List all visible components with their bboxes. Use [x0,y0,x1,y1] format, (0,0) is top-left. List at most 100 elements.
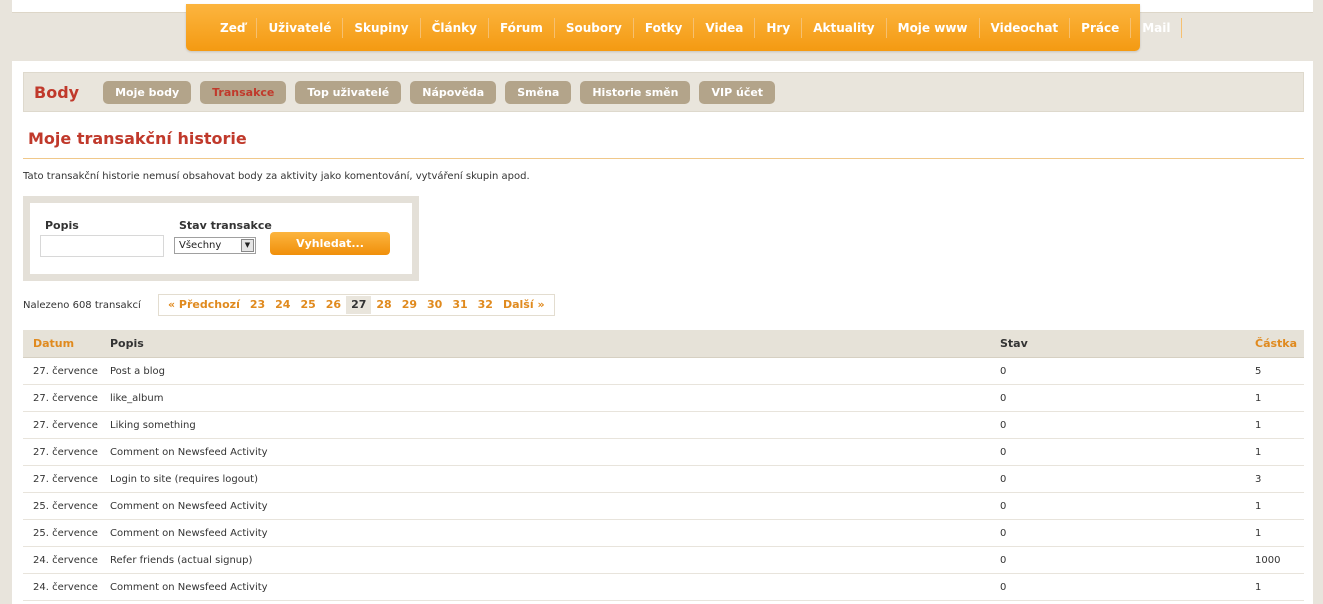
pager-page-link[interactable]: 25 [295,296,320,314]
header-date[interactable]: Datum [23,330,110,358]
cell-desc: Liking something [110,411,1000,439]
cell-amount: 1 [1255,573,1304,601]
table-row: 24. července Refer friends (actual signup… [23,546,1304,574]
nav-item[interactable]: Články [421,17,489,38]
subnav-button[interactable]: Transakce [200,80,287,104]
nav-item[interactable]: Zeď [209,17,258,38]
cell-desc: Comment on Newsfeed Activity [110,519,1000,547]
cell-date: 27. července [23,438,110,466]
stav-select-value: Všechny [179,240,222,251]
search-button[interactable]: Vyhledat... [270,232,390,255]
cell-stav: 0 [1000,519,1255,547]
table-row: 27. července Liking something 0 1 [23,411,1304,439]
nav-item[interactable]: Fotky [634,17,695,38]
nav-item[interactable]: Hry [755,17,803,38]
cell-date: 27. července [23,357,110,385]
cell-amount: 5 [1255,357,1304,385]
nav-item[interactable]: Skupiny [343,17,421,38]
cell-date: 24. července [23,573,110,601]
table-row: 27. července Post a blog 0 5 [23,357,1304,385]
nav-item[interactable]: Videochat [980,17,1071,38]
subnav-button[interactable]: Top uživatelé [295,80,402,104]
pagination: « Předchozí 23 24 25 26 27 28 29 30 31 32 Další » [158,294,555,316]
cell-amount: 3 [1255,465,1304,493]
pager-page-link[interactable]: 32 [473,296,498,314]
header-desc: Popis [110,330,1000,358]
cell-date: 25. července [23,492,110,520]
pager-page-link[interactable]: 26 [321,296,346,314]
nav-item[interactable]: Uživatelé [257,17,344,38]
points-subnav: Body Moje body Transakce Top uživatelé Nápo… [23,72,1304,112]
cell-stav: 0 [1000,546,1255,574]
cell-date: 27. července [23,465,110,493]
page-title: Moje transakční historie [28,129,247,148]
subnav-title: Body [34,82,80,102]
content-area: Body Moje body Transakce Top uživatelé Nápo… [12,61,1313,604]
title-divider [23,158,1304,159]
main-navbar: Zeď Uživatelé Skupiny Články Fórum Soubory Fot… [186,4,1183,51]
table-row: 27. července Comment on Newsfeed Activity… [23,438,1304,466]
cell-stav: 0 [1000,384,1255,412]
cell-stav: 0 [1000,438,1255,466]
cell-amount: 1 [1255,384,1304,412]
cell-date: 27. července [23,411,110,439]
nav-item[interactable]: Moje www [887,17,980,38]
transactions-table: Datum Popis Stav Částka 27. července Post… [23,330,1304,601]
table-row: 24. července Comment on Newsfeed Activity… [23,573,1304,601]
subnav-button[interactable]: Historie směn [580,80,691,104]
pager-prev-link[interactable]: « Předchozí [163,296,245,314]
table-row: 27. července like_album 0 1 [23,384,1304,412]
cell-amount: 1 [1255,438,1304,466]
pager-page-link[interactable]: 23 [245,296,270,314]
dropdown-arrow-icon[interactable]: ▼ [241,239,254,252]
cell-desc: Comment on Newsfeed Activity [110,492,1000,520]
history-note: Tato transakční historie nemusí obsahova… [23,171,530,182]
subnav-button[interactable]: Nápověda [410,80,497,104]
nav-item[interactable]: Práce [1070,17,1132,38]
table-row: 25. července Comment on Newsfeed Activity… [23,519,1304,547]
cell-stav: 0 [1000,357,1255,385]
cell-desc: Post a blog [110,357,1000,385]
cell-stav: 0 [1000,411,1255,439]
cell-stav: 0 [1000,465,1255,493]
popis-label: Popis [45,219,79,232]
filter-panel-inner: Popis Stav transakce Všechny ▼ Vyhledat.… [30,203,412,274]
pager-page-link[interactable]: 29 [397,296,422,314]
cell-date: 27. července [23,384,110,412]
pager-page-link[interactable]: 30 [422,296,447,314]
stav-select[interactable]: Všechny ▼ [174,237,256,254]
table-row: 25. července Comment on Newsfeed Activity… [23,492,1304,520]
pager-page-link[interactable]: 27 [346,296,372,314]
cell-amount: 1 [1255,411,1304,439]
filter-panel: Popis Stav transakce Všechny ▼ Vyhledat.… [23,196,419,281]
stav-label: Stav transakce [179,219,272,232]
nav-item[interactable]: Aktuality [802,17,887,38]
cell-desc: Comment on Newsfeed Activity [110,438,1000,466]
cell-desc: like_album [110,384,1000,412]
cell-stav: 0 [1000,573,1255,601]
nav-item[interactable]: Mail [1131,17,1183,38]
cell-amount: 1000 [1255,546,1304,574]
cell-date: 25. července [23,519,110,547]
cell-stav: 0 [1000,492,1255,520]
header-amount[interactable]: Částka [1255,330,1304,358]
nav-item[interactable]: Videa [694,17,756,38]
cell-amount: 1 [1255,492,1304,520]
results-count: Nalezeno 608 transakcí [23,300,141,311]
subnav-button[interactable]: Směna [505,80,572,104]
subnav-button[interactable]: VIP účet [699,80,776,104]
cell-desc: Comment on Newsfeed Activity [110,573,1000,601]
popis-input[interactable] [40,235,164,257]
pager-page-link[interactable]: 24 [270,296,295,314]
table-row: 27. července Login to site (requires logo… [23,465,1304,493]
subnav-button[interactable]: Moje body [103,80,192,104]
pager-page-link[interactable]: 28 [371,296,396,314]
pager-next-link[interactable]: Další » [498,296,550,314]
nav-item[interactable]: Fórum [489,17,555,38]
table-header-row: Datum Popis Stav Částka [23,330,1304,358]
header-stav: Stav [1000,330,1255,358]
pager-page-link[interactable]: 31 [447,296,472,314]
cell-amount: 1 [1255,519,1304,547]
cell-date: 24. července [23,546,110,574]
nav-item[interactable]: Soubory [555,17,634,38]
